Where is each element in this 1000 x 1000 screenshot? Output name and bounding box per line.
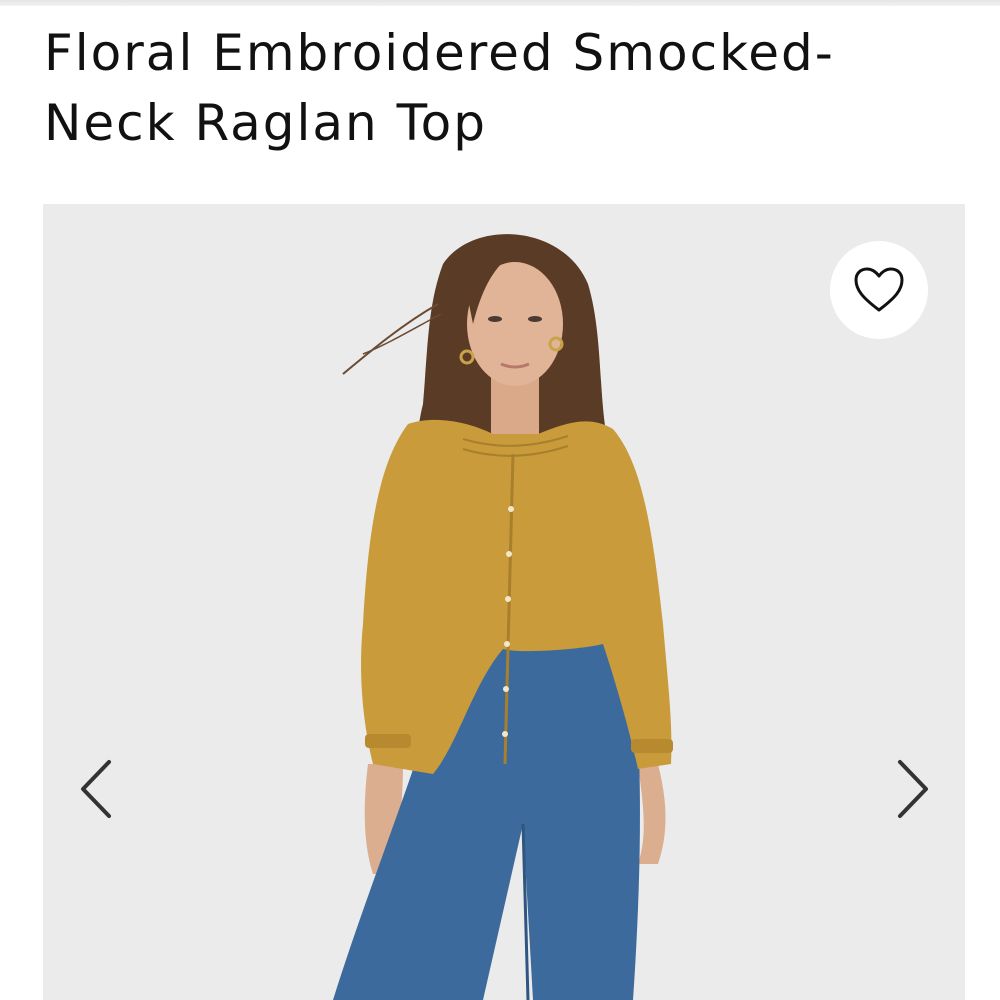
- product-title-line-2: Neck Raglan Top: [44, 94, 488, 152]
- next-image-button[interactable]: [888, 749, 938, 829]
- heart-outline-icon: [854, 267, 904, 312]
- product-photo: [43, 204, 965, 1000]
- chevron-left-icon: [81, 760, 111, 818]
- product-title-line-1: Floral Embroidered Smocked-: [44, 24, 835, 82]
- chevron-right-icon: [898, 760, 928, 818]
- top-status-bar: [0, 0, 1000, 6]
- favorite-button[interactable]: [830, 241, 928, 339]
- product-image-gallery[interactable]: [43, 204, 965, 1000]
- product-title: Floral Embroidered Smocked- Neck Raglan …: [44, 18, 964, 158]
- previous-image-button[interactable]: [71, 749, 121, 829]
